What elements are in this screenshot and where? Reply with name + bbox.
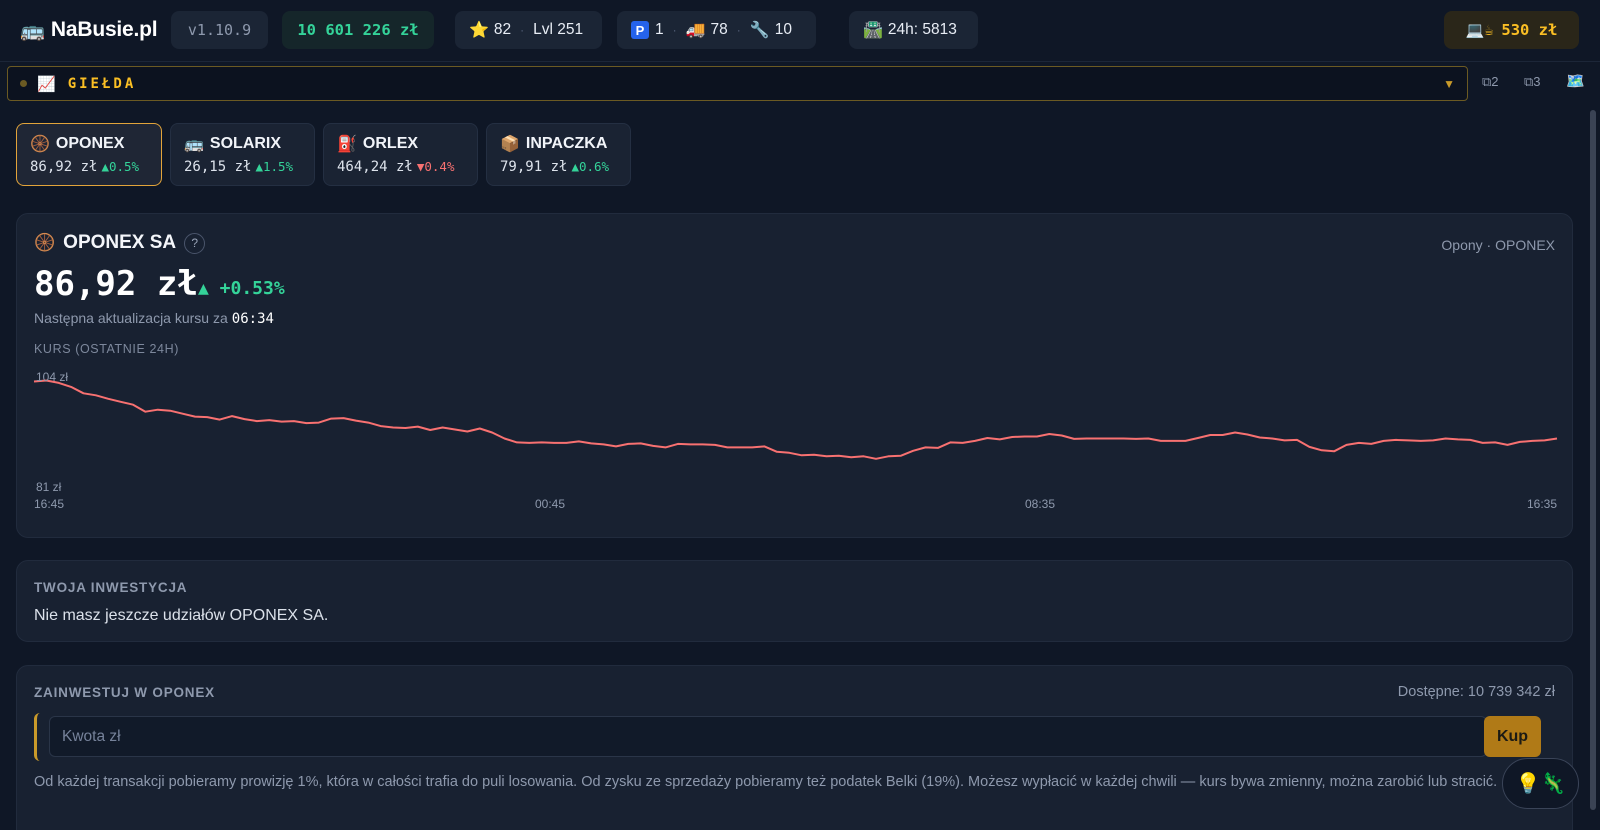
level-label: Lvl 251 <box>533 21 584 38</box>
window-3-button[interactable]: ⧉3 <box>1524 74 1541 90</box>
amount-input[interactable] <box>49 716 1487 757</box>
disclaimer-text: Od każdej transakcji pobieramy prowizję … <box>34 774 1498 790</box>
stock-change: ▼0.4% <box>416 159 455 174</box>
investment-label: TWOJA INWESTYCJA <box>34 580 188 595</box>
investment-card: TWOJA INWESTYCJA Nie masz jeszcze udział… <box>16 560 1573 642</box>
stock-name: SOLARIX <box>209 135 282 152</box>
stock-tab-oponex[interactable]: 🛞 OPONEX 86,92 zł ▲0.5% <box>16 123 162 186</box>
caret-down-icon[interactable]: ▼ <box>1443 77 1455 91</box>
stock-price: 79,91 zł <box>500 159 568 175</box>
status-dot <box>20 80 27 87</box>
package-icon: 📦 <box>500 136 520 153</box>
truck-icon: 🚚 <box>685 22 706 39</box>
stock-tab-solarix[interactable]: 🚌 SOLARIX 26,15 zł ▲1.5% <box>170 123 315 186</box>
separator-dot: · <box>672 23 677 37</box>
buy-label: ZAINWESTUJ W OPONEX <box>34 685 215 700</box>
balance-display[interactable]: 10 601 226 zł <box>282 11 434 49</box>
x-tick-label: 16:45 <box>34 497 64 511</box>
player-stats[interactable]: ⭐ 82 · Lvl 251 <box>455 11 602 49</box>
stock-change: ▲1.5% <box>255 159 294 174</box>
trucks-count: 78 <box>710 21 728 38</box>
computer-coffee-icon: 💻☕ <box>1465 21 1494 39</box>
map-icon[interactable]: 🗺️ <box>1566 72 1585 90</box>
investment-text: Nie masz jeszcze udziałów OPONEX SA. <box>34 607 329 624</box>
brand[interactable]: 🚌 NaBusie.pl <box>20 16 158 44</box>
parking-icon: P <box>631 21 649 39</box>
income-24h[interactable]: 🛣️ 24h: 5813 <box>849 11 978 49</box>
x-tick-label: 16:35 <box>1527 497 1557 511</box>
tips-button[interactable]: 💡🦎 <box>1502 758 1579 809</box>
road-icon: 🛣️ <box>863 22 883 39</box>
bus-icon: 🚌 <box>184 136 204 153</box>
y-tick-min: 81 zł <box>36 480 62 494</box>
brand-name: NaBusie.pl <box>50 18 158 41</box>
fuel-pump-icon: ⛽ <box>337 136 357 153</box>
stock-price: 26,15 zł <box>184 159 252 175</box>
stock-name: ORLEX <box>362 135 419 152</box>
available-funds: Dostępne: 10 739 342 zł <box>1397 684 1555 700</box>
x-tick-label: 00:45 <box>535 497 565 511</box>
stock-tab-orlex[interactable]: ⛽ ORLEX 464,24 zł ▼0.4% <box>323 123 478 186</box>
amount-row: Kup <box>34 713 1541 761</box>
buy-button[interactable]: Kup <box>1484 716 1541 757</box>
parking-count: 1 <box>655 21 664 38</box>
wrench-icon: 🔧 <box>749 22 770 39</box>
stars-count: 82 <box>493 21 512 38</box>
stock-price: 86,92 zł <box>30 159 98 175</box>
buy-card: ZAINWESTUJ W OPONEX Dostępne: 10 739 342… <box>16 665 1573 830</box>
stock-change: ▲0.5% <box>101 159 140 174</box>
bus-icon: 🚌 <box>20 19 45 42</box>
chart-up-icon: 📈 <box>37 75 56 93</box>
price-chart: 104 zł 81 zł 16:45 00:45 08:35 16:35 <box>33 370 1558 511</box>
scrollbar-thumb[interactable] <box>1590 110 1596 810</box>
price-line <box>33 379 1558 460</box>
fleet-stats[interactable]: P 1 · 🚚 78 · 🔧 10 <box>617 11 816 49</box>
tools-count: 10 <box>774 21 792 38</box>
separator-dot: · <box>736 23 741 37</box>
stock-chart-card: 🛞 OPONEX SA ? Opony · OPONEX 86,92 zł ▲ … <box>16 213 1573 538</box>
stock-change: ▲0.6% <box>571 159 610 174</box>
stock-name: INPACZKA <box>525 135 608 152</box>
tire-icon: 🛞 <box>30 136 50 153</box>
stock-price: 464,24 zł <box>337 159 413 175</box>
income-24h-label: 24h: 5813 <box>887 21 957 38</box>
window-2-button[interactable]: ⧉2 <box>1482 74 1499 90</box>
version-badge: v1.10.9 <box>171 11 268 49</box>
y-tick-max: 104 zł <box>36 370 68 384</box>
x-tick-label: 08:35 <box>1025 497 1055 511</box>
stock-tab-inpaczka[interactable]: 📦 INPACZKA 79,91 zł ▲0.6% <box>486 123 631 186</box>
star-icon: ⭐ <box>469 22 489 39</box>
gielda-title: GIEŁDA <box>67 75 137 92</box>
wallet-display[interactable]: 💻☕ 530 zł <box>1444 11 1579 49</box>
stock-name: OPONEX <box>55 135 125 152</box>
wallet-amount: 530 zł <box>1501 21 1558 39</box>
separator-dot: · <box>520 23 525 37</box>
gielda-selector[interactable]: 📈 GIEŁDA ▼ <box>7 66 1468 101</box>
top-bar: 🚌 NaBusie.pl v1.10.9 10 601 226 zł ⭐ 82 … <box>0 0 1600 62</box>
